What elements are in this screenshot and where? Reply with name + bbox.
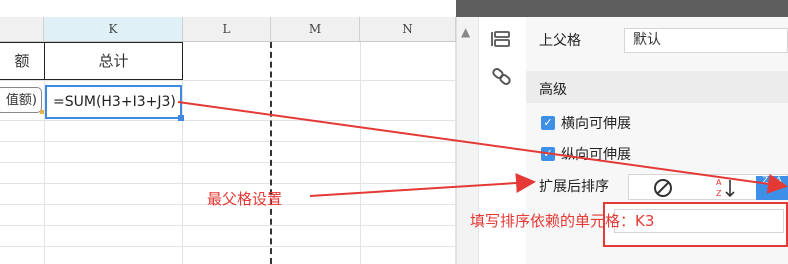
header-border-right	[182, 42, 183, 80]
svg-text:Z: Z	[716, 189, 722, 198]
sort-descending-button[interactable]: Z↓A	[756, 176, 788, 200]
parent-cell-label: 上父格	[539, 33, 581, 49]
selected-cell-k3[interactable]: =SUM(H3+I3+J3)	[45, 85, 182, 119]
no-sort-icon[interactable]	[652, 177, 674, 203]
link-icon[interactable]	[490, 66, 514, 88]
value-cell-pill[interactable]: 值额)	[0, 87, 42, 113]
parent-cell-select[interactable]: 默认	[624, 28, 788, 53]
advanced-label: 高级	[539, 82, 567, 98]
horizontal-expand-checkbox[interactable]: ✓	[541, 116, 555, 130]
fill-handle[interactable]	[178, 115, 184, 121]
column-header-l[interactable]: L	[183, 17, 271, 42]
sort-after-expand-label: 扩展后排序	[539, 179, 609, 195]
header-cell-total[interactable]: 总计	[45, 43, 182, 79]
sort-ascending-icon[interactable]: AZ	[714, 176, 738, 204]
svg-text:A: A	[716, 178, 722, 187]
column-header-n[interactable]: N	[360, 17, 456, 42]
column-header-m[interactable]: M	[271, 17, 360, 42]
row-line	[0, 246, 456, 247]
col-line	[360, 42, 361, 264]
row-line	[0, 183, 456, 184]
column-header-k[interactable]: K	[44, 17, 183, 42]
header-border-bottom	[0, 79, 183, 80]
page-break-line	[270, 42, 272, 264]
annotation-fill-dependency: 填写排序依赖的单元格：K3	[470, 212, 655, 230]
horizontal-expand-label: 横向可伸展	[561, 116, 631, 132]
row-line	[0, 162, 456, 163]
vertical-expand-checkbox[interactable]: ✓	[541, 147, 555, 161]
annotation-parent-setting: 最父格设置	[207, 190, 283, 208]
row-line	[0, 120, 456, 121]
row-line	[0, 225, 456, 226]
row-line	[0, 141, 456, 142]
cell-marker	[40, 110, 44, 114]
vertical-expand-label: 纵向可伸展	[561, 147, 631, 163]
cell-properties-icon[interactable]	[490, 29, 514, 51]
row-line	[0, 80, 456, 81]
header-cell-partial[interactable]: 额	[0, 43, 44, 79]
column-header-partial[interactable]	[0, 17, 44, 42]
scroll-up-icon[interactable]: ▲	[461, 25, 470, 39]
